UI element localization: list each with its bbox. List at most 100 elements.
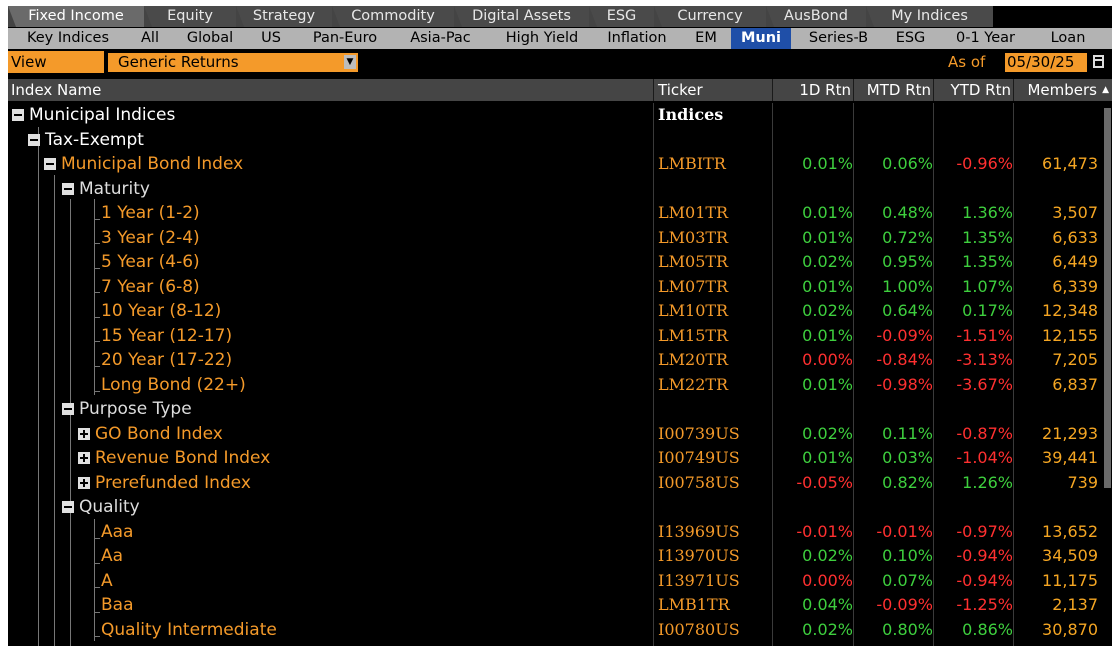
tab-currency[interactable]: Currency <box>654 6 766 27</box>
row-ticker: I13970US <box>658 546 740 565</box>
col-header-ticker[interactable]: Ticker <box>658 79 768 101</box>
table-row[interactable]: Revenue Bond Index I00749US 0.01% 0.03% … <box>8 446 1103 471</box>
subtab-loan[interactable]: Loan <box>1038 28 1098 49</box>
row-ytd-rtn: -1.51% <box>956 325 1013 345</box>
subtab-series-b[interactable]: Series-B <box>796 28 881 49</box>
tab-my-indices[interactable]: My Indices <box>866 6 993 27</box>
row-ytd-rtn: -3.67% <box>956 374 1013 394</box>
subtab-inflation[interactable]: Inflation <box>598 28 676 49</box>
subtab-esg[interactable]: ESG <box>888 28 933 49</box>
row-ytd-rtn: 1.36% <box>962 203 1013 222</box>
row-name: Revenue Bond Index <box>95 448 271 468</box>
col-header-ytd-rtn[interactable]: YTD Rtn <box>933 79 1011 101</box>
tab-equity[interactable]: Equity <box>144 6 236 27</box>
table-row[interactable]: Baa LMB1TR 0.04% -0.09% -1.25% 2,137 <box>8 593 1103 618</box>
table-row[interactable]: Aaa I13969US -0.01% -0.01% -0.97% 13,652 <box>8 520 1103 545</box>
table-row[interactable]: 7 Year (6-8) LM07TR 0.01% 1.00% 1.07% 6,… <box>8 275 1103 300</box>
row-name-cell: Quality <box>62 495 140 519</box>
row-members: 6,339 <box>1052 276 1098 296</box>
view-toolbar: View Generic Returns ▼ As of 05/30/25 <box>8 51 1112 73</box>
col-header-members[interactable]: Members <box>1013 79 1097 101</box>
subtab-global[interactable]: Global <box>180 28 240 49</box>
row-members: 39,441 <box>1042 448 1098 467</box>
table-row[interactable]: GO Bond Index I00739US 0.02% 0.11% -0.87… <box>8 422 1103 447</box>
sort-up-icon[interactable]: ▲ <box>1102 79 1109 101</box>
subtab-all[interactable]: All <box>130 28 170 49</box>
col-header-index-name[interactable]: Index Name <box>11 79 651 101</box>
subtab-label: Global <box>186 30 234 46</box>
col-header-1d-rtn[interactable]: 1D Rtn <box>773 79 851 101</box>
table-row[interactable]: 1 Year (1-2) LM01TR 0.01% 0.48% 1.36% 3,… <box>8 201 1103 226</box>
row-members: 34,509 <box>1042 546 1098 565</box>
tab-fixed-income[interactable]: Fixed Income <box>8 6 144 27</box>
collapse-icon[interactable] <box>44 158 56 170</box>
expand-icon[interactable] <box>78 476 90 489</box>
collapse-icon[interactable] <box>12 109 24 121</box>
row-ticker: LM07TR <box>658 276 729 296</box>
row-ticker: I00749US <box>658 448 740 467</box>
subtab-label: Muni <box>740 30 782 46</box>
col-header-mtd-rtn[interactable]: MTD Rtn <box>853 79 931 101</box>
table-row[interactable]: 15 Year (12-17) LM15TR 0.01% -0.09% -1.5… <box>8 324 1103 349</box>
subtab-label: 0-1 Year <box>956 30 1015 46</box>
table-row[interactable]: Long Bond (22+) LM22TR 0.01% -0.98% -3.6… <box>8 373 1103 398</box>
table-row[interactable]: Municipal Bond Index LMBITR 0.01% 0.06% … <box>8 152 1103 177</box>
subtab-key-indices[interactable]: Key Indices <box>8 28 128 49</box>
row-1d-rtn: 0.01% <box>802 154 853 173</box>
row-mtd-rtn: 1.00% <box>882 276 933 296</box>
subtab-us[interactable]: US <box>253 28 289 49</box>
table-row[interactable]: Prerefunded Index I00758US -0.05% 0.82% … <box>8 471 1103 496</box>
expand-icon[interactable] <box>78 452 90 464</box>
row-ticker: LM03TR <box>658 227 729 247</box>
view-select[interactable]: Generic Returns ▼ <box>108 53 358 72</box>
row-ticker: I00758US <box>658 472 740 492</box>
row-name-cell: Prerefunded Index <box>78 471 251 495</box>
asof-date-input[interactable]: 05/30/25 <box>1005 53 1087 72</box>
row-ticker: I13969US <box>658 521 740 541</box>
table-row[interactable]: Quality <box>8 495 1103 520</box>
tab-digital-assets[interactable]: Digital Assets <box>454 6 589 27</box>
vertical-scrollbar[interactable] <box>1103 103 1112 646</box>
subtab-label: Loan <box>1050 30 1086 46</box>
table-row[interactable]: 10 Year (8-12) LM10TR 0.02% 0.64% 0.17% … <box>8 299 1103 324</box>
tab-strategy[interactable]: Strategy <box>236 6 332 27</box>
view-select-value: Generic Returns <box>118 53 239 71</box>
table-row[interactable]: Quality Intermediate I00780US 0.02% 0.80… <box>8 618 1103 643</box>
subtab-asia-pac[interactable]: Asia-Pac <box>398 28 483 49</box>
tab-commodity[interactable]: Commodity <box>332 6 454 27</box>
row-mtd-rtn: -0.09% <box>876 325 933 345</box>
table-row[interactable]: 5 Year (4-6) LM05TR 0.02% 0.95% 1.35% 6,… <box>8 250 1103 275</box>
table-row[interactable]: 20 Year (17-22) LM20TR 0.00% -0.84% -3.1… <box>8 348 1103 373</box>
subtab-label: Asia-Pac <box>410 30 471 46</box>
subtab-0-1-year[interactable]: 0-1 Year <box>943 28 1028 49</box>
collapse-icon[interactable] <box>28 133 40 146</box>
row-name: Long Bond (22+) <box>101 374 246 395</box>
subtab-em[interactable]: EM <box>686 28 726 49</box>
table-row[interactable]: Municipal Indices Indices <box>8 103 1103 128</box>
table-row[interactable]: Maturity <box>8 177 1103 202</box>
expand-icon[interactable] <box>78 427 90 440</box>
calendar-icon[interactable] <box>1093 55 1104 68</box>
table-row[interactable]: Tax-Exempt <box>8 128 1103 153</box>
table-row[interactable]: Purpose Type <box>8 397 1103 422</box>
tab-esg[interactable]: ESG <box>589 6 654 27</box>
collapse-icon[interactable] <box>62 182 74 195</box>
scrollbar-thumb[interactable] <box>1104 108 1111 488</box>
subtab-muni[interactable]: Muni <box>731 28 791 49</box>
collapse-icon[interactable] <box>62 403 74 415</box>
collapse-icon[interactable] <box>62 501 74 513</box>
row-members: 6,633 <box>1052 227 1098 247</box>
tab-ausbond[interactable]: AusBond <box>766 6 866 27</box>
row-ytd-rtn: -0.97% <box>956 521 1013 541</box>
table-row[interactable]: 3 Year (2-4) LM03TR 0.01% 0.72% 1.35% 6,… <box>8 226 1103 251</box>
column-divider <box>653 79 654 101</box>
chevron-down-icon[interactable]: ▼ <box>344 55 356 69</box>
subtab-label: Key Indices <box>26 30 110 46</box>
subtab-high-yield[interactable]: High Yield <box>492 28 592 49</box>
table-row[interactable]: A I13971US 0.00% 0.07% -0.94% 11,175 <box>8 569 1103 594</box>
tab-label: My Indices <box>891 8 968 24</box>
row-1d-rtn: -0.05% <box>796 472 853 492</box>
subtab-pan-euro[interactable]: Pan-Euro <box>300 28 390 49</box>
table-row[interactable]: Aa I13970US 0.02% 0.10% -0.94% 34,509 <box>8 544 1103 569</box>
row-name-cell: Revenue Bond Index <box>78 446 270 470</box>
